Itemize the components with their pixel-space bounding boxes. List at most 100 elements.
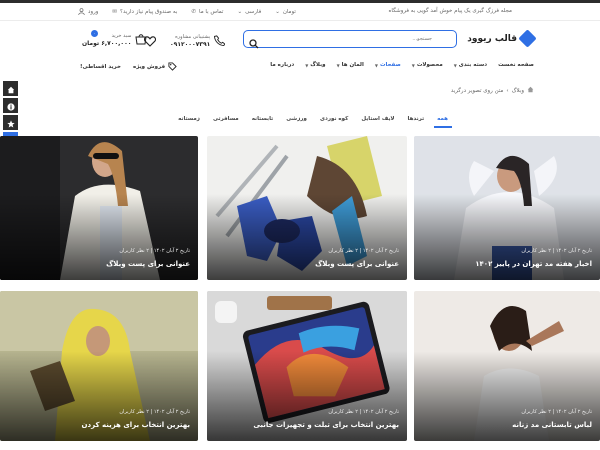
nav-item-label: صفحه نخست <box>498 62 534 68</box>
card-title[interactable]: عنوانی برای پست وبلاگ <box>315 260 399 268</box>
category-tabs: همه ترندها لایف استایل کوه نوردی ورزشی ت… <box>178 116 448 122</box>
card-title[interactable]: بهترین انتخاب برای تبلت و تجهیزات جانبی <box>253 421 399 429</box>
welcome-message: مجله فرزگ گیری یک پیام خوش آمد گویی به ف… <box>388 8 512 14</box>
main-nav: صفحه نخست دسته بندی ▼ محصولات ▼ صفحات ▼ الم… <box>0 60 600 74</box>
breadcrumb-blog[interactable]: وبلاگ <box>512 88 524 94</box>
card-meta: تاریخ ۲ آبان ۱۴۰۲ | ۲ نظر کاربران <box>119 409 190 415</box>
support-label: پشتیبانی مشاوره <box>175 33 211 40</box>
blog-card[interactable]: تاریخ ۲ آبان ۱۴۰۲ | ۲ نظر کاربران لباس ت… <box>414 291 600 441</box>
contact-link[interactable]: تماس با ما ✆ <box>191 8 223 15</box>
card-title[interactable]: عنوانی برای پست وبلاگ <box>106 260 190 268</box>
tab-winter[interactable]: زمستانه <box>178 116 200 122</box>
side-home-button[interactable] <box>3 81 18 96</box>
blog-card[interactable]: تاریخ ۲ آبان ۱۴۰۲ | ۲ نظر کاربران عنوانی… <box>0 136 198 280</box>
tab-label: زمستانه <box>178 116 200 122</box>
nav-item-label: دسته بندی <box>458 62 488 68</box>
blog-card[interactable]: تاریخ ۲ آبان ۱۴۰۲ | ۲ نظر کاربران اخبار … <box>414 136 600 280</box>
tab-travel[interactable]: مسافرتی <box>213 116 239 122</box>
chevron-down-icon: ▼ <box>374 62 378 68</box>
chevron-down-icon: ▼ <box>336 62 340 68</box>
support-text: پشتیبانی مشاوره ۰۹۱۲۰۰۰۷۳۹۱ <box>170 34 210 48</box>
top-bar-links: تومان ⌄ فارسی ⌄ تماس با ما ✆ به صندوق پیام … <box>78 8 296 15</box>
nav-extra: فروش ویژه خرید اقساطی! <box>80 62 177 71</box>
user-icon <box>78 8 85 15</box>
site-logo[interactable]: قالب ریوود <box>467 29 537 48</box>
tab-summer[interactable]: تابستانه <box>252 116 274 122</box>
chevron-down-icon: ⌄ <box>237 8 243 15</box>
blog-card[interactable]: تاریخ ۲ آبان ۱۴۰۲ | ۲ نظر کاربران بهترین… <box>207 291 407 441</box>
login-label: ورود <box>88 8 99 15</box>
search-box <box>243 30 457 49</box>
installment-link[interactable]: خرید اقساطی! <box>80 62 121 71</box>
chevron-down-icon: ⌄ <box>275 8 280 15</box>
nav-item-products[interactable]: محصولات ▼ <box>412 62 443 68</box>
active-tab-indicator <box>434 126 452 128</box>
cart-icon <box>135 30 147 49</box>
support-phone: ۰۹۱۲۰۰۰۷۳۹۱ <box>170 40 211 48</box>
installment-label: خرید اقساطی! <box>80 63 121 70</box>
nav-item-label: محصولات <box>416 62 443 68</box>
header: قالب ریوود پشتیبانی مشاوره ۰۹۱۲۰۰۰۷۳۹۱ س… <box>0 22 600 56</box>
tab-label: ترندها <box>407 116 425 122</box>
nav-item-label: صفحات <box>379 62 401 68</box>
home-icon[interactable] <box>527 86 534 95</box>
currency-select[interactable]: تومان ⌄ <box>275 8 296 15</box>
logo-text: قالب ریوود <box>467 33 517 44</box>
card-meta: تاریخ ۲ آبان ۱۴۰۲ | ۲ نظر کاربران <box>328 248 399 254</box>
breadcrumb-separator: › <box>506 87 509 94</box>
tab-lifestyle[interactable]: لایف استایل <box>361 116 394 122</box>
nav-item-elements[interactable]: المان ها ▼ <box>337 62 364 68</box>
blog-card[interactable]: تاریخ ۲ آبان ۱۴۰۲ | ۲ نظر کاربران عنوانی… <box>207 136 407 280</box>
tab-all[interactable]: همه <box>437 116 448 122</box>
card-title[interactable]: اخبار هفته مد تهران در پاییز ۱۴۰۲ <box>475 260 592 268</box>
nav-item-label: درباره ما <box>270 62 295 68</box>
special-sale-link[interactable]: فروش ویژه <box>133 62 177 71</box>
language-select[interactable]: فارسی ⌄ <box>237 8 261 15</box>
side-star-button[interactable] <box>3 115 18 130</box>
card-meta: تاریخ ۲ آبان ۱۴۰۲ | ۲ نظر کاربران <box>119 248 190 254</box>
chevron-down-icon: ▼ <box>305 62 309 68</box>
chevron-down-icon: ▼ <box>411 62 415 68</box>
cart-label: سبد خرید <box>111 32 132 39</box>
cart-total: ۶,۷۰۰,۰۰۰ تومان <box>82 39 132 47</box>
language-label: فارسی <box>245 8 262 15</box>
search-icon[interactable] <box>249 34 259 53</box>
search-input[interactable] <box>282 33 432 45</box>
support-info[interactable]: پشتیبانی مشاوره ۰۹۱۲۰۰۰۷۳۹۱ <box>170 31 226 50</box>
nav-item-home[interactable]: صفحه نخست <box>498 62 534 68</box>
nav-item-label: وبلاگ <box>310 62 326 68</box>
nav-item-categories[interactable]: دسته بندی ▼ <box>454 62 487 68</box>
side-info-button[interactable] <box>3 98 18 113</box>
tab-label: لایف استایل <box>361 116 395 122</box>
tab-trends[interactable]: ترندها <box>408 116 425 122</box>
cart-count-badge: ۰ <box>91 30 98 37</box>
special-sale-label: فروش ویژه <box>132 63 166 70</box>
card-meta: تاریخ ۲ آبان ۱۴۰۲ | ۲ نظر کاربران <box>328 409 399 415</box>
tag-icon <box>168 62 177 71</box>
card-title[interactable]: لباس تابستانی مد زنانه <box>512 421 592 429</box>
tab-label: همه <box>437 116 448 122</box>
tab-sports[interactable]: ورزشی <box>286 116 307 122</box>
currency-label: تومان <box>282 8 296 15</box>
nav-item-about[interactable]: درباره ما <box>270 62 294 68</box>
login-link[interactable]: ورود <box>78 8 98 15</box>
phone-icon <box>214 31 226 50</box>
nav-menu: صفحه نخست دسته بندی ▼ محصولات ▼ صفحات ▼ الم… <box>270 62 534 68</box>
card-title[interactable]: بهترین انتخاب برای هزینه کردن <box>82 421 190 429</box>
tab-label: مسافرتی <box>212 116 239 122</box>
message-label: به صندوق پیام نیاز دارید؟ <box>120 8 178 15</box>
card-meta: تاریخ ۲ آبان ۱۴۰۲ | ۲ نظر کاربران <box>521 248 592 254</box>
message-link[interactable]: به صندوق پیام نیاز دارید؟ ✉ <box>112 8 177 15</box>
chevron-down-icon: ▼ <box>453 62 457 68</box>
logo-mark-icon <box>518 29 537 48</box>
breadcrumb: وبلاگ › متن روی تصویر درگرید <box>451 86 534 95</box>
mail-icon: ✉ <box>112 8 118 15</box>
nav-item-label: المان ها <box>341 62 364 68</box>
nav-item-pages[interactable]: صفحات ▼ <box>375 62 401 68</box>
nav-item-blog[interactable]: وبلاگ ▼ <box>305 62 325 68</box>
blog-card[interactable]: تاریخ ۲ آبان ۱۴۰۲ | ۲ نظر کاربران بهترین… <box>0 291 198 441</box>
contact-label: تماس با ما <box>199 8 224 15</box>
tab-mountaineering[interactable]: کوه نوردی <box>320 116 348 122</box>
phone-icon: ✆ <box>191 8 197 15</box>
tab-label: ورزشی <box>286 116 307 122</box>
